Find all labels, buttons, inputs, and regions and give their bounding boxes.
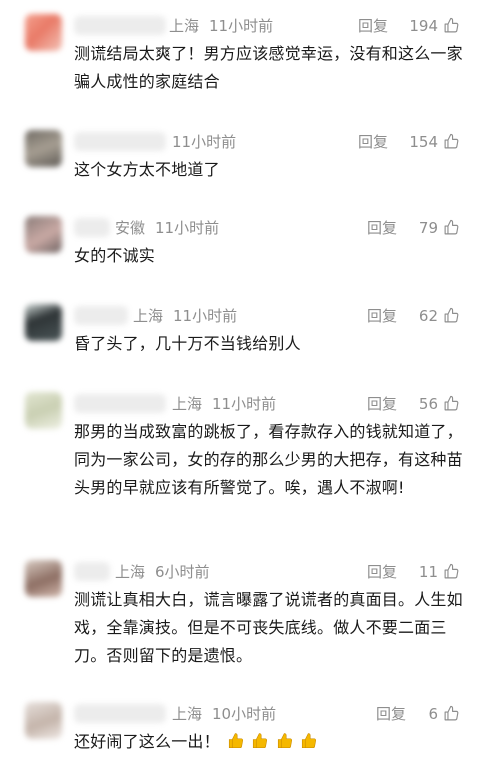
thumbs-up-icon[interactable] bbox=[443, 133, 460, 150]
comment-location: 上海 bbox=[169, 17, 200, 35]
comment-meta: 上海 11小时前 bbox=[169, 14, 273, 38]
username[interactable] bbox=[74, 562, 110, 581]
comment-meta: 上海 11小时前 bbox=[133, 304, 237, 328]
avatar[interactable] bbox=[25, 392, 62, 429]
comment-item: 上海 10小时前 回复 6 还好闹了这么一出！ bbox=[0, 702, 487, 764]
like-count: 56 bbox=[418, 395, 438, 413]
like-count: 194 bbox=[409, 17, 438, 35]
comment-item: 上海 6小时前 回复 11 测谎让真相大白，谎言曝露了说谎者的真面目。人生如戏，全… bbox=[0, 560, 487, 670]
thumbs-up-icon[interactable] bbox=[443, 563, 460, 580]
comment-time: 11小时前 bbox=[209, 17, 274, 35]
comment-item: 上海 11小时前 回复 56 那男的当成致富的跳板了，看存款存入的钱就知道了，同为… bbox=[0, 392, 487, 532]
comment-text: 那男的当成致富的跳板了，看存款存入的钱就知道了，同为一家公司，女的存的那么少男的… bbox=[74, 422, 463, 497]
comment-time: 11小时前 bbox=[172, 133, 237, 151]
thumbs-up-emoji bbox=[277, 733, 292, 749]
comment-item: 11小时前 回复 154 这个女方太不地道了 bbox=[0, 130, 487, 190]
username[interactable] bbox=[74, 704, 166, 723]
comment-meta: 上海 10小时前 bbox=[172, 702, 276, 726]
comment-text: 昏了头了，几十万不当钱给别人 bbox=[74, 334, 301, 353]
avatar[interactable] bbox=[25, 560, 62, 597]
comment-meta: 11小时前 bbox=[172, 130, 236, 154]
reply-button[interactable]: 回复 bbox=[358, 14, 388, 38]
comment-text: 测谎结局太爽了！男方应该感觉幸运，没有和这么一家骗人成性的家庭结合 bbox=[74, 44, 463, 91]
comment-time: 11小时前 bbox=[155, 219, 220, 237]
comment-location: 上海 bbox=[133, 307, 164, 325]
comment-text: 测谎让真相大白，谎言曝露了说谎者的真面目。人生如戏，全靠演技。但是不可丧失底线。… bbox=[74, 590, 463, 665]
like-count: 62 bbox=[418, 307, 438, 325]
comment-item: 安徽 11小时前 回复 79 女的不诚实 bbox=[0, 216, 487, 276]
comment-meta: 上海 6小时前 bbox=[115, 560, 210, 584]
like-count: 154 bbox=[409, 133, 438, 151]
thumbs-up-emoji bbox=[229, 733, 244, 749]
thumbs-up-emoji bbox=[253, 733, 268, 749]
thumbs-up-icon[interactable] bbox=[443, 17, 460, 34]
comment-location: 上海 bbox=[115, 563, 146, 581]
like-count: 6 bbox=[428, 705, 438, 723]
comment-location: 上海 bbox=[172, 395, 203, 413]
avatar[interactable] bbox=[25, 216, 62, 253]
username[interactable] bbox=[74, 218, 110, 237]
comment-time: 6小时前 bbox=[155, 563, 210, 581]
username[interactable] bbox=[74, 16, 166, 35]
username[interactable] bbox=[74, 132, 166, 151]
like-count: 11 bbox=[418, 563, 438, 581]
avatar[interactable] bbox=[25, 304, 62, 341]
comment-time: 11小时前 bbox=[212, 395, 277, 413]
reply-button[interactable]: 回复 bbox=[358, 130, 388, 154]
thumbs-up-icon[interactable] bbox=[443, 395, 460, 412]
like-count: 79 bbox=[418, 219, 438, 237]
thumbs-up-emoji-group bbox=[227, 731, 319, 759]
comment-time: 11小时前 bbox=[173, 307, 238, 325]
comment-text: 这个女方太不地道了 bbox=[74, 160, 220, 179]
reply-button[interactable]: 回复 bbox=[367, 392, 397, 416]
comment-text: 女的不诚实 bbox=[74, 246, 156, 265]
comment-meta: 安徽 11小时前 bbox=[115, 216, 219, 240]
avatar[interactable] bbox=[25, 130, 62, 167]
thumbs-up-emoji bbox=[301, 733, 316, 749]
comment-location: 上海 bbox=[172, 705, 203, 723]
comment-time: 10小时前 bbox=[212, 705, 277, 723]
comment-meta: 上海 11小时前 bbox=[172, 392, 276, 416]
username[interactable] bbox=[74, 306, 128, 325]
reply-button[interactable]: 回复 bbox=[367, 216, 397, 240]
reply-button[interactable]: 回复 bbox=[367, 304, 397, 328]
comment-location: 安徽 bbox=[115, 219, 146, 237]
thumbs-up-icon[interactable] bbox=[443, 705, 460, 722]
reply-button[interactable]: 回复 bbox=[367, 560, 397, 584]
thumbs-up-icon[interactable] bbox=[443, 307, 460, 324]
comment-text-body: 还好闹了这么一出！ bbox=[74, 732, 220, 751]
avatar[interactable] bbox=[25, 702, 62, 739]
comment-text: 还好闹了这么一出！ bbox=[74, 728, 474, 759]
comment-item: 上海 11小时前 回复 194 测谎结局太爽了！男方应该感觉幸运，没有和这么一家骗… bbox=[0, 14, 487, 104]
thumbs-up-icon[interactable] bbox=[443, 219, 460, 236]
comment-item: 上海 11小时前 回复 62 昏了头了，几十万不当钱给别人 bbox=[0, 304, 487, 364]
username[interactable] bbox=[74, 394, 166, 413]
avatar[interactable] bbox=[25, 14, 62, 51]
